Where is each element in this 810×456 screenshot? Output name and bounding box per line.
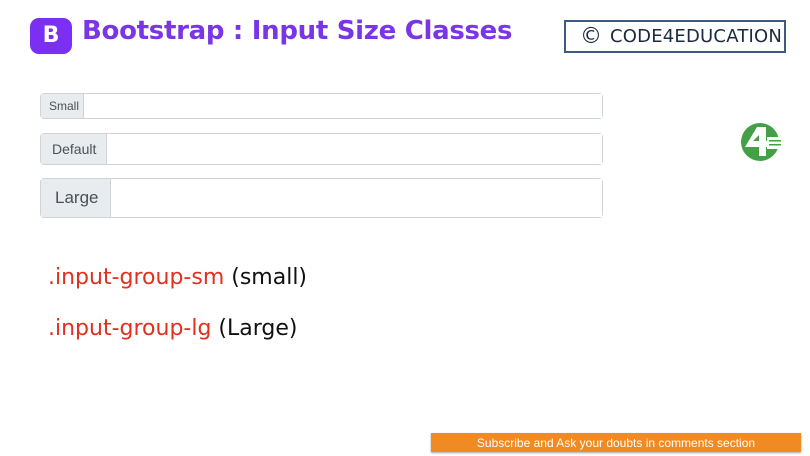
input-addon-small: Small [41, 94, 84, 118]
class-desc-sm: (small) [224, 265, 308, 290]
input-group-large: Large [40, 178, 603, 218]
class-name-lg: .input-group-lg [48, 316, 212, 341]
note-small-class: .input-group-sm (small) [48, 265, 307, 290]
channel-badge: © CODE4EDUCATION [564, 20, 786, 53]
default-input[interactable] [107, 134, 602, 164]
input-addon-large: Large [41, 179, 111, 217]
code4education-logo-icon [741, 123, 783, 161]
input-group-default: Default [40, 133, 603, 165]
bootstrap-logo-icon: B [30, 18, 72, 54]
input-group-small: Small [40, 93, 603, 119]
note-large-class: .input-group-lg (Large) [48, 316, 298, 341]
small-input[interactable] [84, 94, 602, 118]
input-addon-default: Default [41, 134, 107, 164]
bootstrap-logo-letter: B [42, 23, 60, 48]
page-title: Bootstrap : Input Size Classes [82, 16, 513, 46]
subscribe-banner-text: Subscribe and Ask your doubts in comment… [476, 435, 756, 450]
class-desc-lg: (Large) [211, 316, 298, 341]
copyright-icon: © [580, 23, 602, 49]
subscribe-banner: Subscribe and Ask your doubts in comment… [431, 433, 801, 452]
channel-name: CODE4EDUCATION [610, 26, 783, 47]
large-input[interactable] [111, 179, 602, 217]
class-name-sm: .input-group-sm [48, 265, 225, 290]
